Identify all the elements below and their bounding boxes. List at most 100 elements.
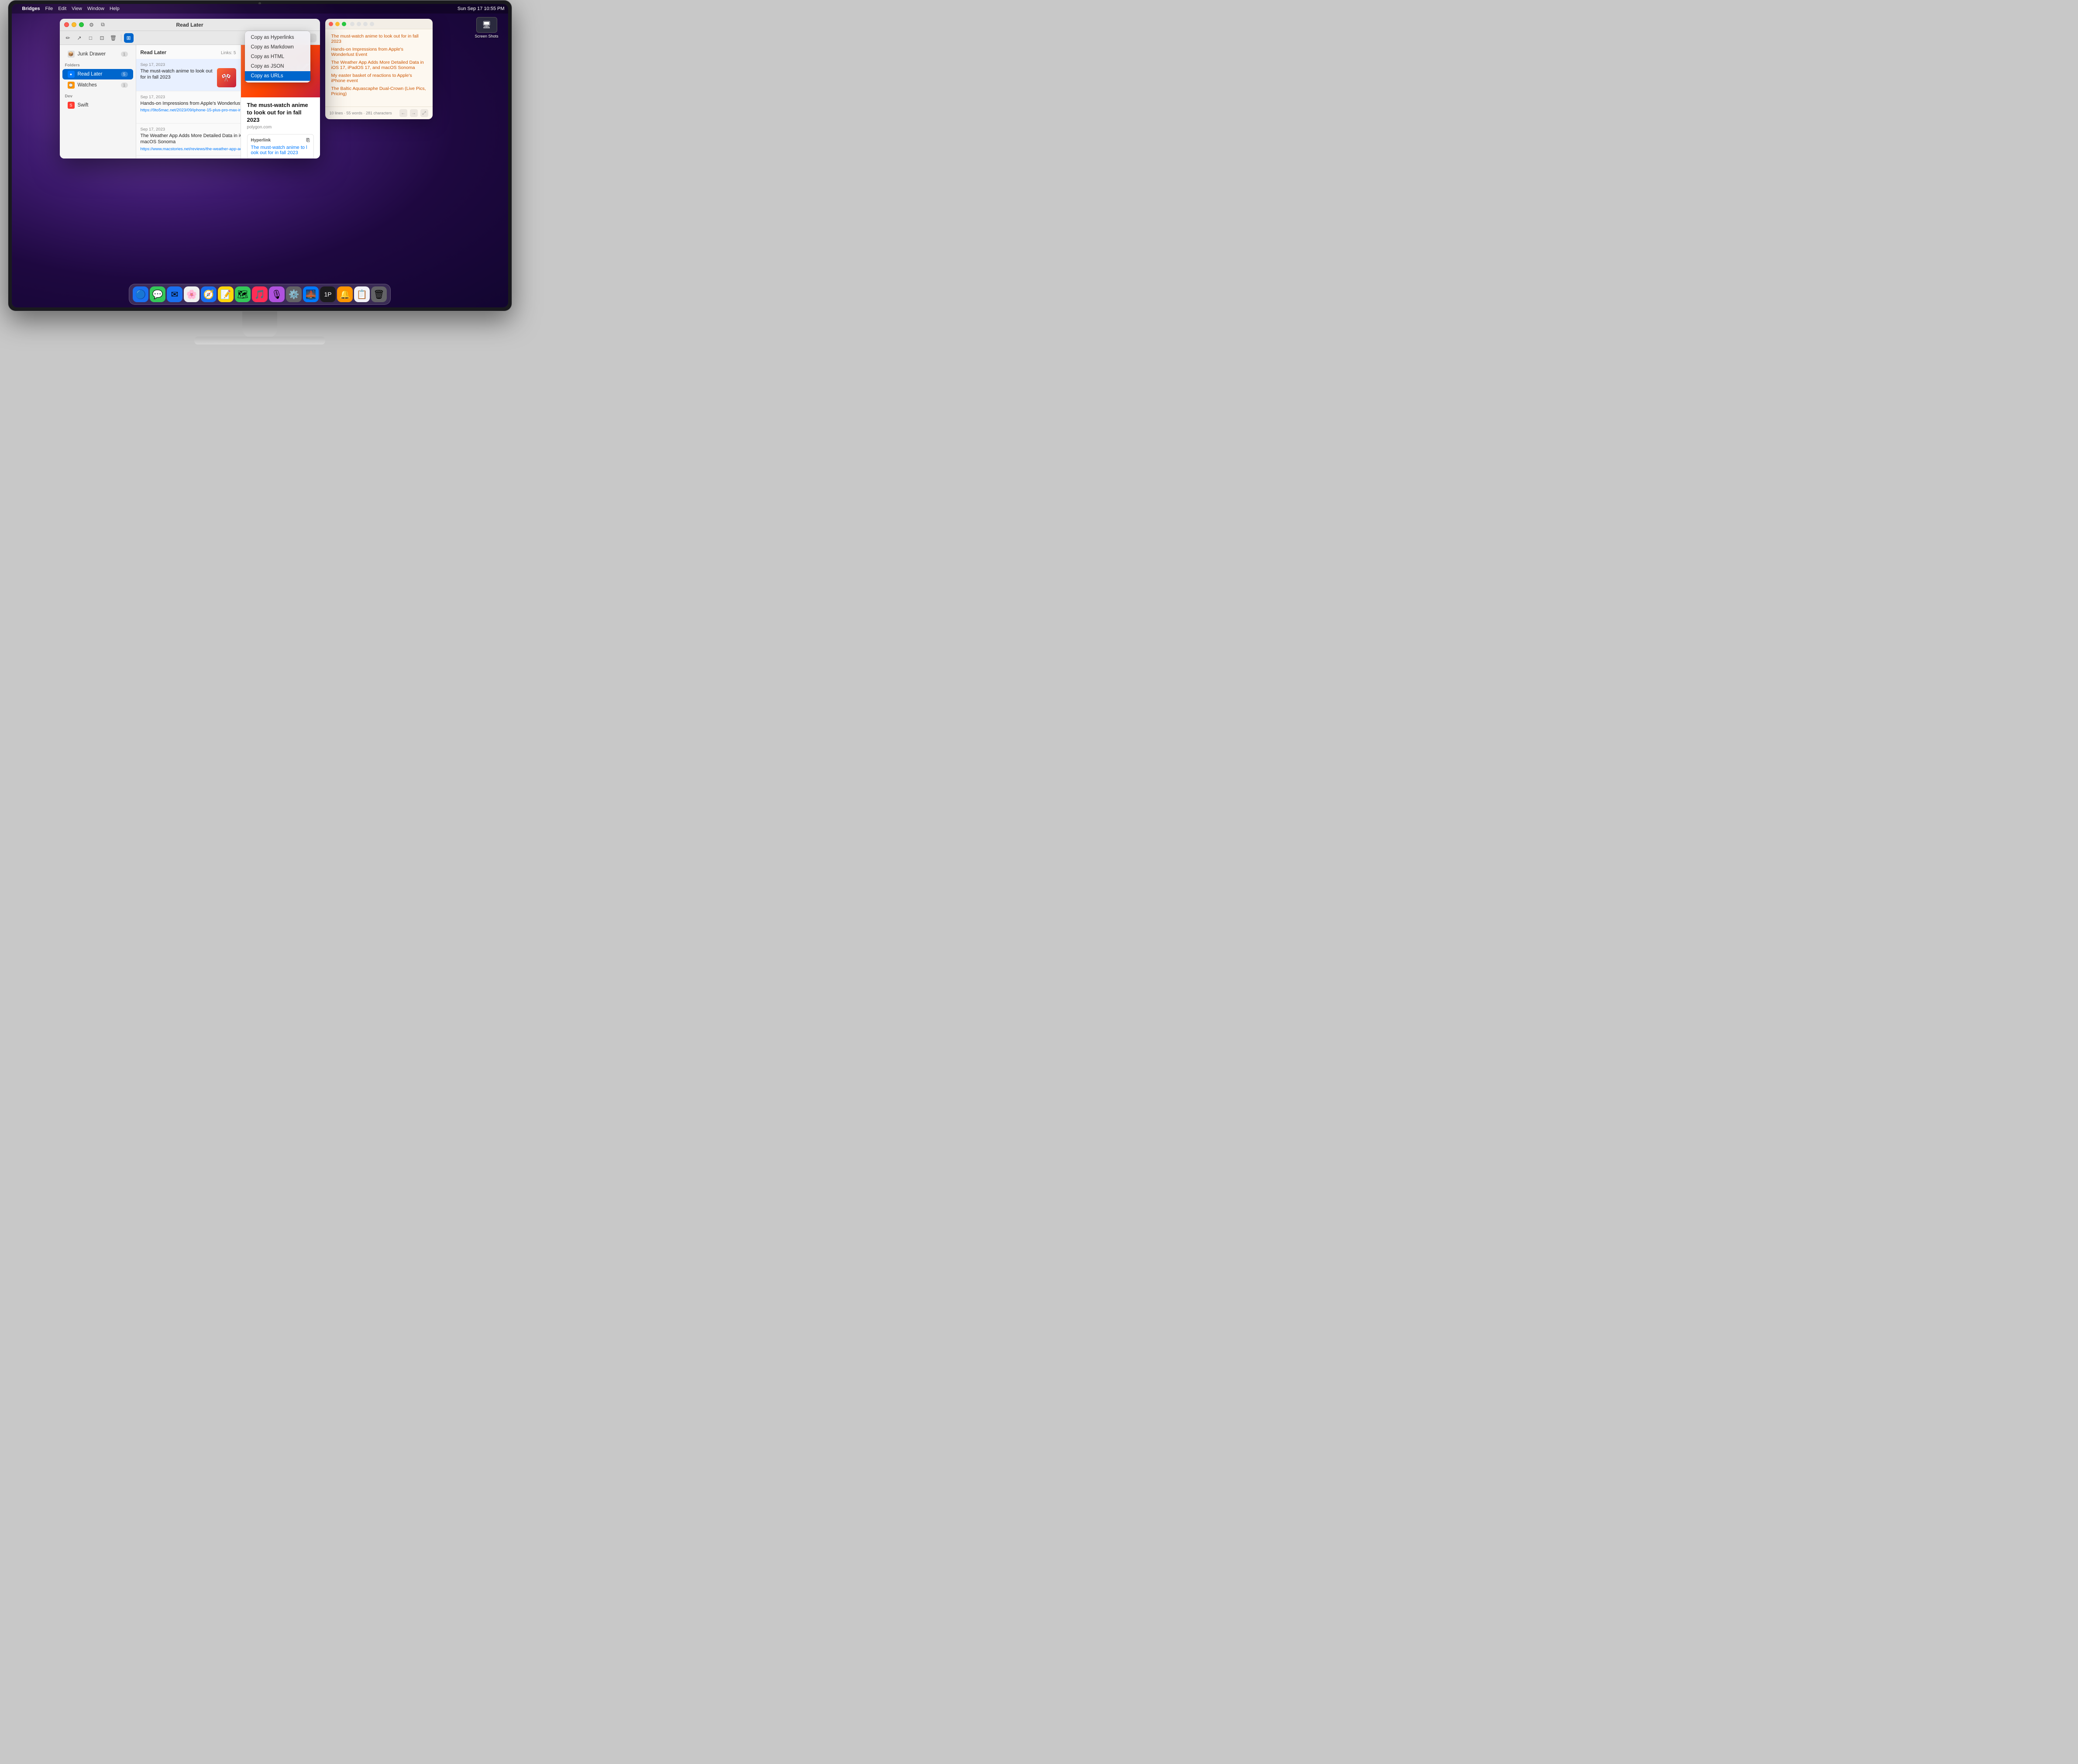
context-hyperlinks-label: Copy as Hyperlinks: [251, 35, 294, 40]
dock-photos[interactable]: 🌸: [184, 286, 200, 302]
dock-mail[interactable]: ✉: [167, 286, 182, 302]
notes-link-2[interactable]: Hands-on Impressions from Apple's Wonder…: [331, 47, 427, 57]
maximize-button[interactable]: [79, 22, 84, 27]
dock-music[interactable]: 🎵: [252, 286, 268, 302]
minimize-button[interactable]: [72, 22, 76, 27]
dock-maps[interactable]: 🗺: [235, 286, 251, 302]
window-title: Read Later: [176, 22, 203, 28]
stand-base: [194, 337, 325, 345]
notes-link-5[interactable]: The Baltic Aquascaphe Dual-Crown (Live P…: [331, 86, 427, 96]
screenshot-label: Screen Shots: [475, 34, 498, 38]
notes-forward-icon[interactable]: →: [410, 109, 418, 117]
dock-notes[interactable]: 📝: [218, 286, 234, 302]
notes-maximize[interactable]: [342, 22, 346, 26]
junk-drawer-badge: 1: [121, 52, 128, 57]
detail-source: polygon.com: [247, 125, 314, 130]
context-urls-label: Copy as URLs: [251, 73, 283, 79]
article-date-3: Sep 17, 2023: [141, 127, 236, 132]
context-html-label: Copy as HTML: [251, 54, 285, 59]
screenshot-icon: 🖥: [476, 17, 497, 33]
notes-expand-icon[interactable]: ⤢: [420, 109, 428, 117]
notes-btn1[interactable]: [350, 22, 354, 26]
context-menu-item-html[interactable]: Copy as HTML: [245, 52, 310, 62]
read-later-badge: 5: [121, 72, 128, 77]
notes-link-3[interactable]: The Weather App Adds More Detailed Data …: [331, 60, 427, 70]
menu-help[interactable]: Help: [110, 6, 120, 11]
notes-btn4[interactable]: [370, 22, 374, 26]
dock-clipboard[interactable]: 📋: [354, 286, 370, 302]
article-url-2: https://9to5mac.net/2023/09/iphone-15-pl…: [141, 108, 241, 113]
delete-icon[interactable]: 🗑: [109, 33, 118, 43]
article-list-header: Read Later Links: 5: [136, 48, 241, 59]
traffic-lights: [64, 22, 84, 27]
article-list: Read Later Links: 5 Sep 17, 2023 The mus…: [136, 45, 241, 158]
notes-btn3[interactable]: [363, 22, 368, 26]
article-item-3[interactable]: Sep 17, 2023 The Weather App Adds More D…: [136, 124, 241, 156]
dock-finder[interactable]: 🔵: [133, 286, 148, 302]
dock-1password[interactable]: 1P: [320, 286, 336, 302]
notes-minimize[interactable]: [335, 22, 340, 26]
dock-podcasts[interactable]: 🎙: [269, 286, 285, 302]
article-text-3: The Weather App Adds More Detailed Data …: [141, 133, 241, 152]
sidebar-item-swift[interactable]: S Swift: [62, 100, 133, 110]
notes-btn2[interactable]: [357, 22, 361, 26]
dock-messages[interactable]: 💬: [150, 286, 165, 302]
article-title-2: Hands-on Impressions from Apple's Wonder…: [141, 100, 241, 107]
article-url-3: https://www.macstories.net/reviews/the-w…: [141, 147, 241, 152]
menubar-right: Sun Sep 17 10:55 PM: [458, 6, 505, 11]
swift-icon: S: [68, 102, 75, 109]
notes-stats: 10 lines · 55 words · 281 characters: [330, 111, 392, 115]
copy-hyperlink-icon[interactable]: ⎘: [306, 138, 310, 143]
sidebar-junk-section: 📦 Junk Drawer 1: [60, 49, 136, 59]
article-date-2: Sep 17, 2023: [141, 95, 236, 100]
article-item-1[interactable]: Sep 17, 2023 The must-watch anime to loo…: [136, 59, 241, 91]
context-menu: Copy as Hyperlinks Copy as Markdown Copy…: [245, 31, 310, 83]
close-button[interactable]: [64, 22, 69, 27]
menu-file[interactable]: File: [45, 6, 53, 11]
menu-view[interactable]: View: [72, 6, 82, 11]
share-icon[interactable]: ↗: [75, 33, 84, 43]
article-date-1: Sep 17, 2023: [141, 62, 236, 67]
screen: Bridges File Edit View Window Help Sun S…: [12, 4, 508, 307]
dock-system-prefs[interactable]: ⚙️: [286, 286, 302, 302]
notes-back-icon[interactable]: ←: [399, 109, 407, 117]
article-list-count: Links: 5: [221, 51, 236, 55]
settings-icon[interactable]: ⚙: [87, 21, 96, 29]
notes-link-1[interactable]: The must-watch anime to look out for in …: [331, 34, 427, 44]
screenshot-widget[interactable]: 🖥 Screen Shots: [471, 17, 502, 38]
context-menu-item-hyperlinks[interactable]: Copy as Hyperlinks: [245, 33, 310, 42]
notes-body: The must-watch anime to look out for in …: [325, 29, 433, 107]
dock-trash[interactable]: 🗑: [371, 286, 387, 302]
notes-link-4[interactable]: My easter basket of reactions to Apple's…: [331, 73, 427, 83]
sidebar: 📦 Junk Drawer 1 Folders ●: [60, 45, 136, 158]
bookmark-icon[interactable]: □: [86, 33, 96, 43]
menu-window[interactable]: Window: [87, 6, 104, 11]
dock-safari[interactable]: 🧭: [201, 286, 217, 302]
copy-format-button[interactable]: ⊞: [124, 33, 134, 43]
article-item-4[interactable]: Sep 17, 2023 My easter basket of reactio…: [136, 156, 241, 158]
sidebar-item-watches[interactable]: ⌚ Watches 1: [62, 80, 133, 90]
sidebar-item-read-later[interactable]: ● Read Later 5: [62, 69, 133, 79]
article-list-title: Read Later: [141, 50, 166, 55]
dock-bridges[interactable]: 🌉: [303, 286, 319, 302]
new-window-icon[interactable]: ⧉: [99, 21, 107, 29]
context-menu-item-urls[interactable]: Copy as URLs: [245, 71, 310, 81]
swift-label: Swift: [78, 103, 89, 108]
archive-icon[interactable]: ⊡: [97, 33, 107, 43]
desktop: Bridges File Edit View Window Help Sun S…: [12, 4, 508, 307]
sidebar-item-junk-drawer[interactable]: 📦 Junk Drawer 1: [62, 49, 133, 59]
edit-icon[interactable]: ✏: [63, 33, 73, 43]
context-menu-item-json[interactable]: Copy as JSON: [245, 62, 310, 71]
article-content-3: The Weather App Adds More Detailed Data …: [141, 133, 236, 152]
article-item-2[interactable]: Sep 17, 2023 Hands-on Impressions from A…: [136, 91, 241, 124]
detail-hyperlink-url[interactable]: The must-watch anime to look out for in …: [251, 145, 310, 155]
detail-hyperlink-label: Hyperlink ⎘: [251, 138, 310, 143]
article-title-1: The must-watch anime to look out for in …: [141, 68, 213, 81]
notes-close[interactable]: [329, 22, 333, 26]
context-menu-item-markdown[interactable]: Copy as Markdown: [245, 42, 310, 52]
menubar-app-name[interactable]: Bridges: [22, 6, 40, 11]
bridges-window: ⚙ ⧉ Read Later ✏ ↗ □ ⊡ 🗑 ⊞: [60, 19, 320, 158]
detail-title: The must-watch anime to look out for in …: [247, 102, 314, 124]
dock-notification[interactable]: 🔔: [337, 286, 353, 302]
menu-edit[interactable]: Edit: [58, 6, 66, 11]
